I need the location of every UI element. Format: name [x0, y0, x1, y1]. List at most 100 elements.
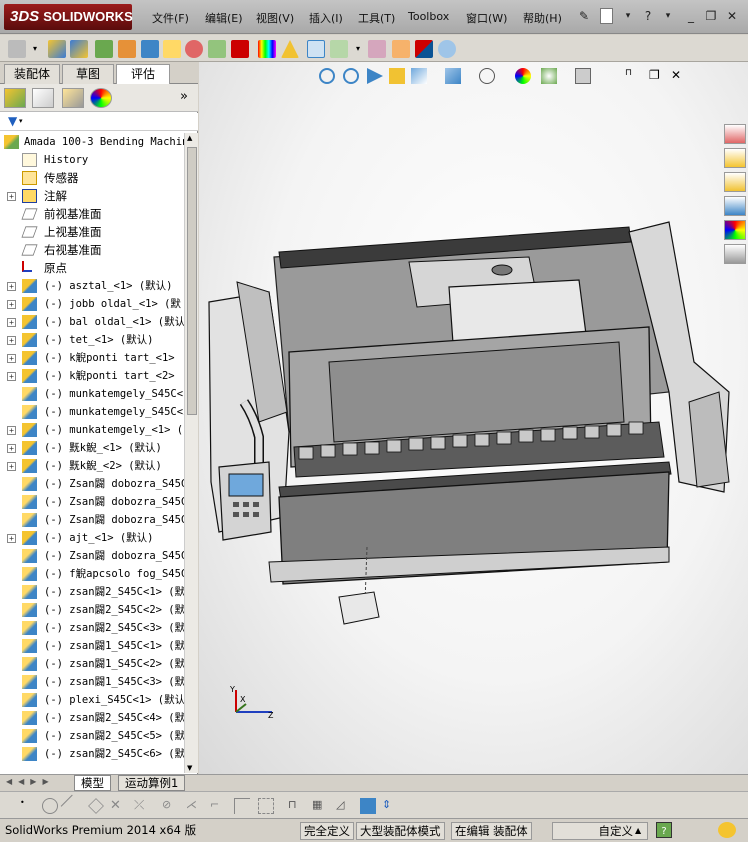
- display-manager-icon[interactable]: [90, 88, 112, 108]
- tree-item[interactable]: (-) zsan闢1_S45C<1> (默: [0, 637, 184, 655]
- line-icon[interactable]: [60, 794, 84, 818]
- circle-icon[interactable]: [42, 798, 58, 814]
- appearance-icon[interactable]: [258, 40, 276, 58]
- design-library-icon[interactable]: [724, 148, 746, 168]
- expand-arrows-icon[interactable]: »: [180, 89, 188, 104]
- tree-item[interactable]: + (-) tet_<1> (默认): [0, 331, 184, 349]
- tree-item[interactable]: 上视基准面: [0, 223, 184, 241]
- tree-item[interactable]: + (-) munkatemgely_<1> (: [0, 421, 184, 439]
- new-document-icon[interactable]: [600, 8, 613, 24]
- expand-icon[interactable]: +: [7, 282, 16, 291]
- instant3d-icon[interactable]: [368, 40, 386, 58]
- tree-item[interactable]: 前视基准面: [0, 205, 184, 223]
- smart-fasteners-icon[interactable]: [118, 40, 136, 58]
- tree-item[interactable]: (-) munkatemgely_S45C<1: [0, 385, 184, 403]
- feature-manager-icon[interactable]: [4, 88, 26, 108]
- expand-icon[interactable]: +: [7, 534, 16, 543]
- 3d-sketch-icon[interactable]: [360, 798, 376, 814]
- filter-icon[interactable]: ▼: [8, 114, 17, 128]
- tree-item[interactable]: (-) zsan闢1_S45C<3> (默: [0, 673, 184, 691]
- help-icon[interactable]: ?: [640, 8, 656, 24]
- solidworks-resources-icon[interactable]: [724, 124, 746, 144]
- expand-icon[interactable]: +: [7, 192, 16, 201]
- select-icon[interactable]: [8, 40, 26, 58]
- tab-evaluate[interactable]: 评估: [116, 64, 170, 85]
- tree-item[interactable]: + (-) k觬ponti tart_<2>: [0, 367, 184, 385]
- custom-properties-icon[interactable]: [724, 244, 746, 264]
- restore-icon[interactable]: ❐: [703, 8, 719, 24]
- filter-dropdown-icon[interactable]: ▾: [19, 117, 23, 125]
- tree-item[interactable]: (-) zsan闢2_S45C<5> (默: [0, 727, 184, 745]
- fillet-icon[interactable]: ⌐: [210, 798, 226, 814]
- tree-item[interactable]: (-) f觬apcsolo fog_S45C: [0, 565, 184, 583]
- speedpak-icon[interactable]: [392, 40, 410, 58]
- tree-item[interactable]: (-) zsan闢2_S45C<4> (默: [0, 709, 184, 727]
- file-explorer-icon[interactable]: [724, 172, 746, 192]
- tree-item[interactable]: (-) zsan闢2_S45C<3> (默: [0, 619, 184, 637]
- configuration-manager-icon[interactable]: [62, 88, 84, 108]
- expand-icon[interactable]: +: [7, 354, 16, 363]
- property-manager-icon[interactable]: [32, 88, 54, 108]
- help-dropdown-icon[interactable]: ▾: [660, 8, 676, 24]
- tree-item[interactable]: (-) plexi_S45C<1> (默认: [0, 691, 184, 709]
- tree-scrollbar[interactable]: ▲ ▼: [184, 133, 198, 773]
- select-dropdown-icon[interactable]: ▾: [30, 40, 40, 58]
- large-assembly-mode-icon[interactable]: [438, 40, 456, 58]
- solidworks-logo[interactable]: 3DS SOLIDWORKS: [4, 4, 133, 30]
- minimize-icon[interactable]: _: [683, 8, 699, 24]
- tab-model[interactable]: 模型: [74, 775, 111, 791]
- scrollbar-thumb[interactable]: [187, 147, 197, 415]
- tab-sketch[interactable]: 草图: [62, 64, 114, 84]
- tree-root-item[interactable]: Amada 100-3 Bending Machin: [0, 133, 184, 151]
- expand-icon[interactable]: +: [7, 444, 16, 453]
- menu-edit[interactable]: 编辑(E): [205, 10, 243, 26]
- expand-icon[interactable]: +: [7, 462, 16, 471]
- polygon-icon[interactable]: [88, 798, 104, 814]
- tab-motion-study-1[interactable]: 运动算例1: [118, 775, 186, 791]
- units-dropdown-icon[interactable]: ▲: [632, 822, 644, 840]
- tree-item[interactable]: History: [0, 151, 184, 169]
- tree-item[interactable]: (-) Zsan闢 dobozra_S45C: [0, 493, 184, 511]
- expand-icon[interactable]: +: [7, 318, 16, 327]
- relations-icon[interactable]: ◿: [336, 798, 352, 814]
- menu-file[interactable]: 文件(F): [152, 10, 189, 26]
- tab-assembly[interactable]: 装配体: [4, 64, 60, 84]
- close-icon[interactable]: ✕: [724, 8, 740, 24]
- menu-view[interactable]: 视图(V): [256, 10, 294, 26]
- graphics-area[interactable]: ⊓ ❐ ✕ Y X Z: [199, 62, 748, 774]
- tree-item[interactable]: (-) zsan闢1_S45C<2> (默: [0, 655, 184, 673]
- tree-item[interactable]: + (-) bal oldal_<1> (默认: [0, 313, 184, 331]
- tree-item[interactable]: + (-) asztal_<1> (默认): [0, 277, 184, 295]
- insert-component-icon[interactable]: [48, 40, 66, 58]
- tree-item[interactable]: 右视基准面: [0, 241, 184, 259]
- status-help-icon[interactable]: ?: [656, 822, 672, 838]
- view-palette-icon[interactable]: [724, 196, 746, 216]
- expand-icon[interactable]: +: [7, 426, 16, 435]
- move-component-icon[interactable]: [141, 40, 159, 58]
- exploded-view-icon[interactable]: [307, 40, 325, 58]
- tree-item[interactable]: + (-) 黖k觬_<2> (默认): [0, 457, 184, 475]
- tab-scroll-arrows-icon[interactable]: ◀◀▶▶: [6, 777, 55, 786]
- tree-item[interactable]: (-) Zsan闢 dobozra_S45C: [0, 547, 184, 565]
- pin-icon[interactable]: ✎: [576, 8, 592, 24]
- mirror-icon[interactable]: ⋌: [186, 798, 202, 814]
- expand-icon[interactable]: +: [7, 336, 16, 345]
- menu-insert[interactable]: 插入(I): [309, 10, 343, 26]
- show-hidden-icon[interactable]: [163, 40, 181, 58]
- expand-icon[interactable]: +: [7, 300, 16, 309]
- reference-geometry-icon[interactable]: [208, 40, 226, 58]
- interference-icon[interactable]: [330, 40, 348, 58]
- point-icon[interactable]: •: [20, 798, 36, 814]
- tree-item[interactable]: 传感器: [0, 169, 184, 187]
- tree-item[interactable]: (-) zsan闢2_S45C<6> (默: [0, 745, 184, 763]
- smart-dimension-icon[interactable]: ⊓: [288, 798, 304, 814]
- grid-icon[interactable]: ▦: [312, 798, 328, 814]
- extend-icon[interactable]: ⤫: [134, 798, 150, 814]
- offset-icon[interactable]: ⊘: [162, 798, 178, 814]
- tree-item[interactable]: + (-) 黖k觬_<1> (默认): [0, 439, 184, 457]
- tree-item[interactable]: + (-) ajt_<1> (默认): [0, 529, 184, 547]
- mate-icon[interactable]: [70, 40, 88, 58]
- tree-item[interactable]: 原点: [0, 259, 184, 277]
- tree-item[interactable]: + 注解: [0, 187, 184, 205]
- linear-pattern-icon[interactable]: [95, 40, 113, 58]
